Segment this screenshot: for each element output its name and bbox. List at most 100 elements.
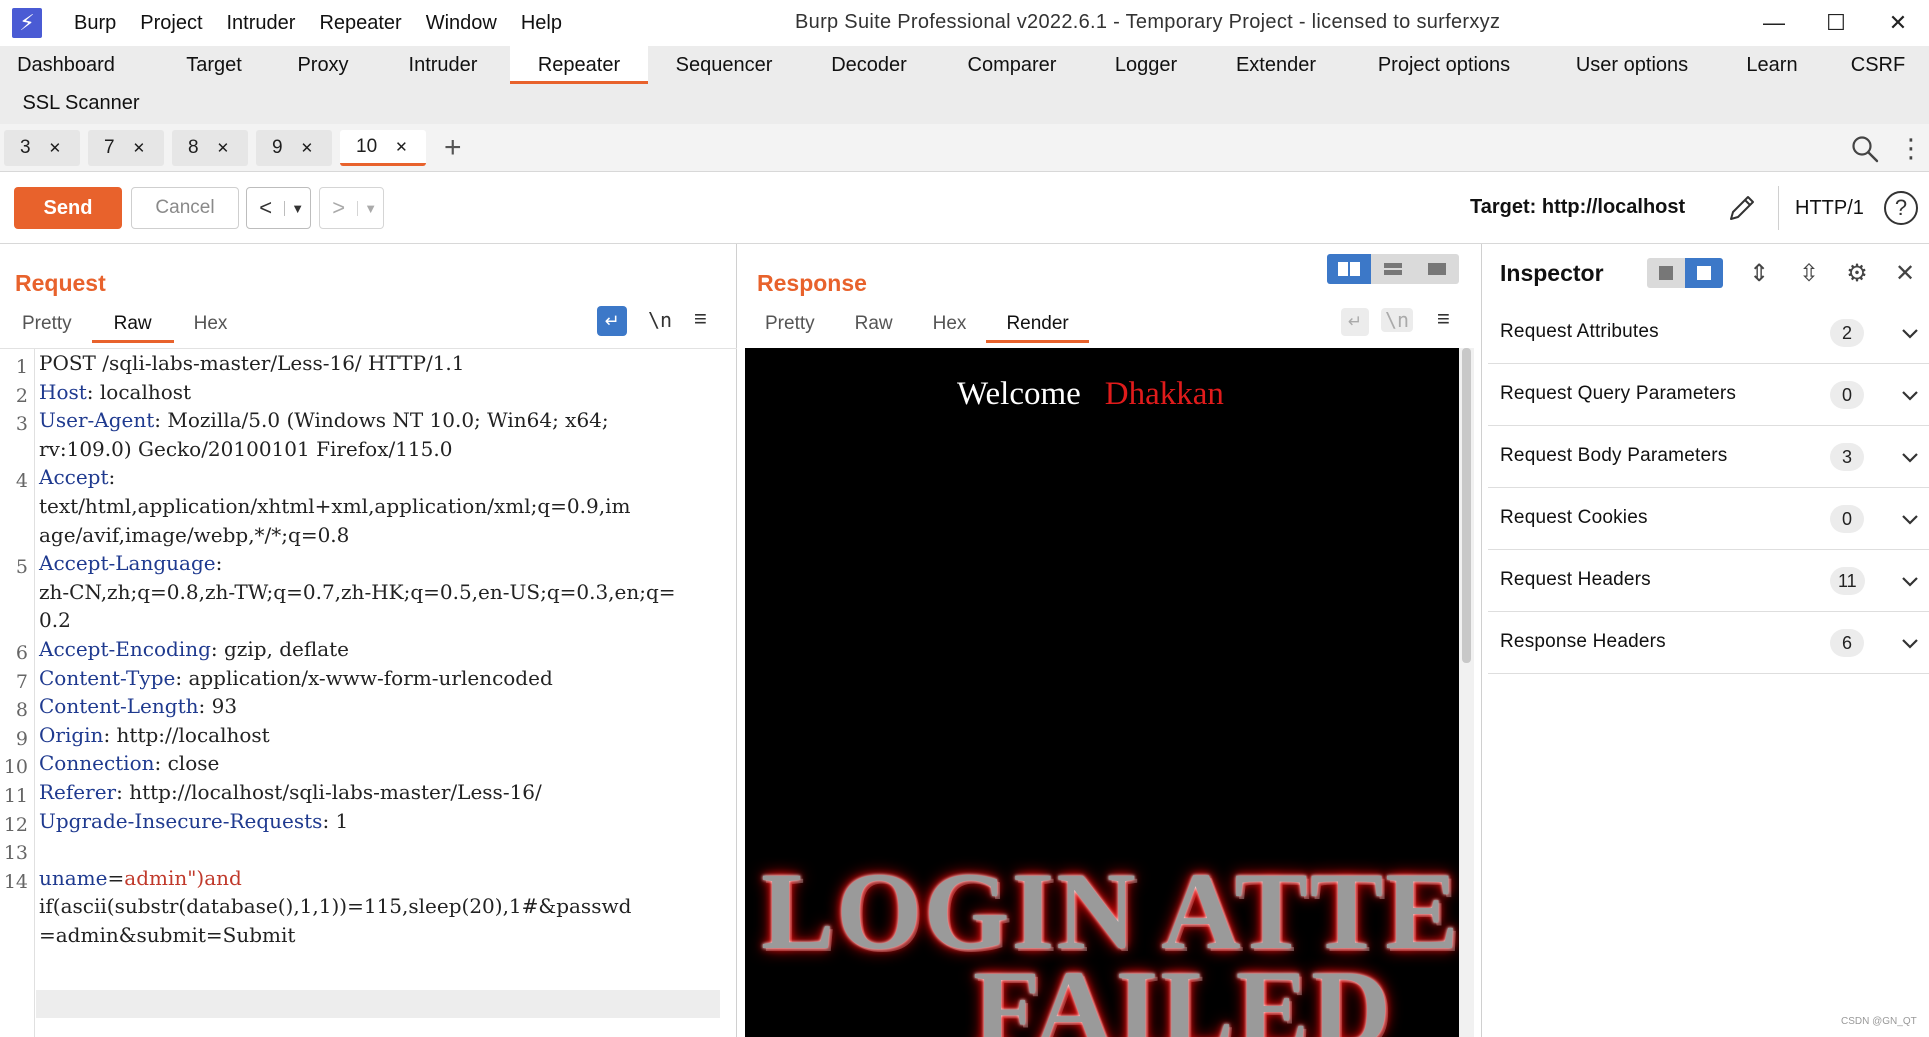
line-number: 3 bbox=[15, 413, 28, 436]
menu-project[interactable]: Project bbox=[128, 12, 214, 35]
tab-repeater[interactable]: Repeater bbox=[510, 46, 648, 84]
chevron-down-icon[interactable] bbox=[1898, 321, 1922, 345]
count-badge: 2 bbox=[1830, 319, 1864, 347]
window-controls: — ☐ ✕ bbox=[1743, 0, 1929, 46]
request-panel: Request Pretty Raw Hex ↵ \n ≡ 1 2 3 4 5 … bbox=[0, 244, 737, 1037]
single-pane-icon[interactable] bbox=[1415, 254, 1459, 284]
tab-pretty[interactable]: Pretty bbox=[2, 307, 92, 343]
close-tab-icon[interactable]: ✕ bbox=[395, 138, 408, 156]
inspector-left-dock-icon[interactable] bbox=[1647, 258, 1685, 288]
menu-window[interactable]: Window bbox=[414, 12, 509, 35]
inspector-section-response-headers[interactable]: Response Headers 6 bbox=[1488, 613, 1929, 674]
tab-hex[interactable]: Hex bbox=[174, 307, 248, 343]
tab-sequencer[interactable]: Sequencer bbox=[668, 46, 780, 84]
line-number: 6 bbox=[15, 642, 28, 664]
close-tab-icon[interactable]: ✕ bbox=[133, 139, 146, 157]
http-version-selector[interactable]: HTTP/1 bbox=[1778, 186, 1864, 230]
maximize-button[interactable]: ☐ bbox=[1805, 0, 1867, 46]
repeater-tab[interactable]: 8 ✕ bbox=[172, 130, 248, 166]
menu-help[interactable]: Help bbox=[509, 12, 574, 35]
tab-target[interactable]: Target bbox=[172, 46, 256, 84]
close-tab-icon[interactable]: ✕ bbox=[217, 139, 230, 157]
chevron-down-icon[interactable] bbox=[1898, 445, 1922, 469]
response-menu-icon[interactable]: ≡ bbox=[1437, 306, 1450, 332]
rendered-response: Welcome Dhakkan LOGIN ATTE FAILED bbox=[745, 348, 1459, 1037]
send-button[interactable]: Send bbox=[14, 187, 122, 229]
inspector-section-query-params[interactable]: Request Query Parameters 0 bbox=[1488, 365, 1929, 426]
tab-dashboard[interactable]: Dashboard bbox=[10, 46, 122, 84]
pencil-icon[interactable] bbox=[1726, 192, 1758, 224]
inspector-section-request-headers[interactable]: Request Headers 11 bbox=[1488, 551, 1929, 612]
inspector-section-body-params[interactable]: Request Body Parameters 3 bbox=[1488, 427, 1929, 488]
failed-banner: FAILED bbox=[973, 948, 1393, 1037]
chevron-down-icon[interactable] bbox=[1898, 631, 1922, 655]
newline-toggle-icon[interactable]: \n bbox=[1381, 308, 1414, 332]
chevron-down-icon[interactable] bbox=[1898, 383, 1922, 407]
inspector-right-dock-icon[interactable] bbox=[1685, 258, 1723, 288]
close-icon[interactable]: ✕ bbox=[1890, 258, 1920, 288]
chevron-down-icon[interactable]: ▼ bbox=[357, 200, 383, 216]
tab-comparer[interactable]: Comparer bbox=[958, 46, 1066, 84]
request-menu-icon[interactable]: ≡ bbox=[694, 306, 707, 332]
header-name: Connection bbox=[39, 751, 155, 776]
add-tab-button[interactable]: + bbox=[444, 131, 462, 165]
tab-extender[interactable]: Extender bbox=[1226, 46, 1326, 84]
newline-toggle-icon[interactable]: \n bbox=[648, 308, 672, 332]
word-wrap-icon[interactable]: ↵ bbox=[597, 306, 627, 336]
split-horizontal-icon[interactable] bbox=[1327, 254, 1371, 284]
close-window-button[interactable]: ✕ bbox=[1867, 0, 1929, 46]
gear-icon[interactable]: ⚙ bbox=[1842, 258, 1872, 288]
tab-decoder[interactable]: Decoder bbox=[820, 46, 918, 84]
menu-intruder[interactable]: Intruder bbox=[215, 12, 308, 35]
repeater-tab-active[interactable]: 10 ✕ bbox=[340, 130, 426, 166]
menu-burp[interactable]: Burp bbox=[62, 12, 128, 35]
welcome-label: Welcome bbox=[957, 376, 1081, 412]
cancel-button[interactable]: Cancel bbox=[131, 187, 239, 229]
inspector-title: Inspector bbox=[1500, 260, 1604, 286]
tab-project-options[interactable]: Project options bbox=[1366, 46, 1522, 84]
help-icon[interactable]: ? bbox=[1884, 191, 1918, 225]
word-wrap-icon[interactable]: ↵ bbox=[1341, 308, 1369, 336]
scrollbar-thumb[interactable] bbox=[1462, 348, 1471, 663]
tab-proxy[interactable]: Proxy bbox=[288, 46, 358, 84]
repeater-tab[interactable]: 7 ✕ bbox=[88, 130, 164, 166]
collapse-all-icon[interactable]: ⇳ bbox=[1794, 258, 1824, 288]
header-name: Content-Type bbox=[39, 665, 176, 690]
chevron-down-icon[interactable] bbox=[1898, 569, 1922, 593]
search-icon[interactable] bbox=[1850, 134, 1880, 164]
tab-render[interactable]: Render bbox=[986, 307, 1089, 343]
menu-repeater[interactable]: Repeater bbox=[307, 12, 413, 35]
repeater-tab-label: 3 bbox=[20, 137, 31, 158]
close-tab-icon[interactable]: ✕ bbox=[301, 139, 314, 157]
chevron-down-icon[interactable]: ▼ bbox=[284, 200, 310, 216]
header-line: Content-Length: 93 bbox=[39, 692, 237, 721]
tab-ssl-scanner[interactable]: SSL Scanner bbox=[20, 84, 142, 122]
header-line: Upgrade-Insecure-Requests: 1 bbox=[39, 807, 348, 836]
history-back-button[interactable]: < ▼ bbox=[246, 187, 311, 229]
tab-user-options[interactable]: User options bbox=[1566, 46, 1698, 84]
tab-hex[interactable]: Hex bbox=[913, 307, 987, 343]
close-tab-icon[interactable]: ✕ bbox=[49, 139, 62, 157]
tab-csrf[interactable]: CSRF bbox=[1846, 46, 1910, 84]
inspector-section-cookies[interactable]: Request Cookies 0 bbox=[1488, 489, 1929, 550]
history-forward-button[interactable]: > ▼ bbox=[319, 187, 384, 229]
tab-learn[interactable]: Learn bbox=[1738, 46, 1806, 84]
split-vertical-icon[interactable] bbox=[1371, 254, 1415, 284]
tab-logger[interactable]: Logger bbox=[1104, 46, 1188, 84]
tab-pretty[interactable]: Pretty bbox=[745, 307, 835, 343]
repeater-tab[interactable]: 3 ✕ bbox=[4, 130, 80, 166]
tab-raw[interactable]: Raw bbox=[835, 307, 913, 343]
tab-raw[interactable]: Raw bbox=[91, 307, 174, 343]
more-options-icon[interactable]: ⋮ bbox=[1898, 134, 1924, 162]
header-value: : gzip, deflate bbox=[210, 637, 350, 661]
request-view-tabs: Pretty Raw Hex bbox=[2, 307, 247, 343]
repeater-tab[interactable]: 9 ✕ bbox=[256, 130, 332, 166]
tab-intruder[interactable]: Intruder bbox=[396, 46, 490, 84]
inspector-section-request-attributes[interactable]: Request Attributes 2 bbox=[1488, 303, 1929, 364]
minimize-button[interactable]: — bbox=[1743, 0, 1805, 46]
request-editor[interactable]: 1 2 3 4 5 6 7 8 9 10 11 12 13 14 POST /s… bbox=[0, 348, 737, 1037]
expand-all-icon[interactable]: ⇕ bbox=[1744, 258, 1774, 288]
chevron-down-icon[interactable] bbox=[1898, 507, 1922, 531]
line-number: 9 bbox=[15, 727, 28, 750]
header-line: User-Agent: Mozilla/5.0 (Windows NT 10.0… bbox=[39, 406, 609, 435]
